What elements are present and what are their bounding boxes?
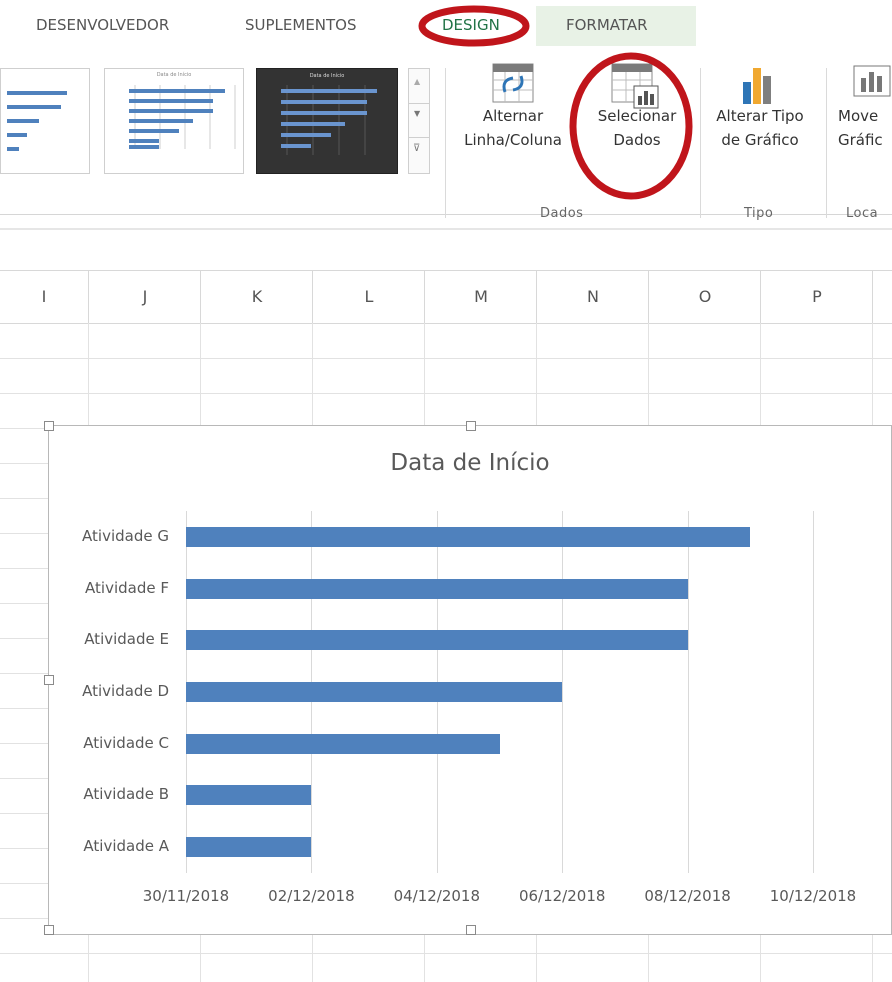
gallery-more-icon[interactable]: ⊽ [413,143,420,154]
x-tick-label: 10/12/2018 [769,887,857,905]
tab-desenvolvedor[interactable]: DESENVOLVEDOR [36,10,169,40]
bar-atividade-c[interactable] [186,733,500,754]
tab-suplementos[interactable]: SUPLEMENTOS [245,10,357,40]
x-gridline [562,511,564,873]
column-header-o[interactable]: O [648,271,761,323]
change-chart-type-icon [743,68,771,104]
column-header-k[interactable]: K [200,271,313,323]
chart-style-thumb-3-preview [281,85,377,155]
chart-style-thumb-1-preview [7,91,67,151]
column-header-p[interactable]: P [760,271,873,323]
plot-area: 30/11/2018 02/12/2018 04/12/2018 06/12/2018… [49,426,891,934]
group-label-tipo: Tipo [744,206,774,221]
category-label: Atividade B [83,785,169,804]
gallery-scroll-down-icon[interactable]: ▼ [414,109,420,118]
switch-row-column-label-2: Linha/Coluna [464,131,562,149]
formula-bar-edge [0,228,892,230]
chart-style-thumb-3-selected[interactable]: Data de Início [256,68,398,174]
category-label: Atividade A [83,837,169,856]
change-chart-type-button[interactable]: Alterar Tipo de Gráfico [702,104,818,152]
column-header-i[interactable]: I [0,271,88,323]
chart-style-thumb-2[interactable]: Data de Início [104,68,244,174]
x-tick-label: 30/11/2018 [142,887,230,905]
bar-atividade-e[interactable] [186,630,688,651]
column-header-m[interactable]: M [424,271,537,323]
gallery-scrollbar[interactable]: ▲ ▼ ⊽ [408,68,430,174]
ribbon-panel: Data de Início Data de Início ▲ ▼ ⊽ Alte… [0,46,892,221]
annotation-circle-selecionar [569,52,693,200]
bar-atividade-d[interactable] [186,682,563,702]
tab-formatar[interactable]: FORMATAR [566,10,648,40]
bar-atividade-f[interactable] [186,578,688,599]
x-tick-label: 06/12/2018 [518,887,606,905]
bar-atividade-a[interactable] [186,837,312,858]
category-label: Atividade D [82,682,169,700]
category-label: Atividade E [84,630,169,649]
category-label: Atividade G [82,526,169,545]
x-gridline [813,511,814,873]
ribbon-separator [826,68,827,218]
x-tick-label: 04/12/2018 [393,887,481,905]
move-chart-label-2: Gráfic [838,131,883,149]
move-chart-label-1: Move [838,107,879,125]
category-label: Atividade C [83,733,169,752]
category-label: Atividade F [85,578,169,597]
bar-atividade-g[interactable] [186,526,751,547]
x-tick-label: 02/12/2018 [268,887,355,905]
column-header-q[interactable] [872,271,892,323]
x-gridline [687,511,689,873]
column-header-j[interactable]: J [88,271,201,323]
gallery-scroll-up-icon[interactable]: ▲ [414,77,420,86]
annotation-circle-design [418,5,530,47]
column-header-l[interactable]: L [312,271,425,323]
ribbon-separator [445,68,446,218]
column-header-row: I J K L M N O P [0,270,892,324]
group-label-local: Loca [846,206,879,221]
change-chart-type-label-2: de Gráfico [721,131,799,149]
group-label-dados: Dados [540,206,584,221]
chart-style-thumb-1[interactable] [0,68,90,174]
bar-atividade-b[interactable] [186,785,312,806]
chart-style-thumb-2-preview [129,85,236,149]
chart-area[interactable]: Data de Início 30/11/2018 02/12/2018 04/12… [44,421,892,935]
move-chart-button[interactable]: Move Gráfic [838,104,892,152]
x-tick-label: 08/12/2018 [644,887,731,905]
switch-row-column-label-1: Alternar [482,107,544,125]
switch-row-column-button[interactable]: Alternar Linha/Coluna [452,104,574,152]
column-header-n[interactable]: N [536,271,649,323]
switch-row-column-icon [492,63,534,103]
change-chart-type-label-1: Alterar Tipo [716,107,804,125]
move-chart-icon [853,65,891,97]
